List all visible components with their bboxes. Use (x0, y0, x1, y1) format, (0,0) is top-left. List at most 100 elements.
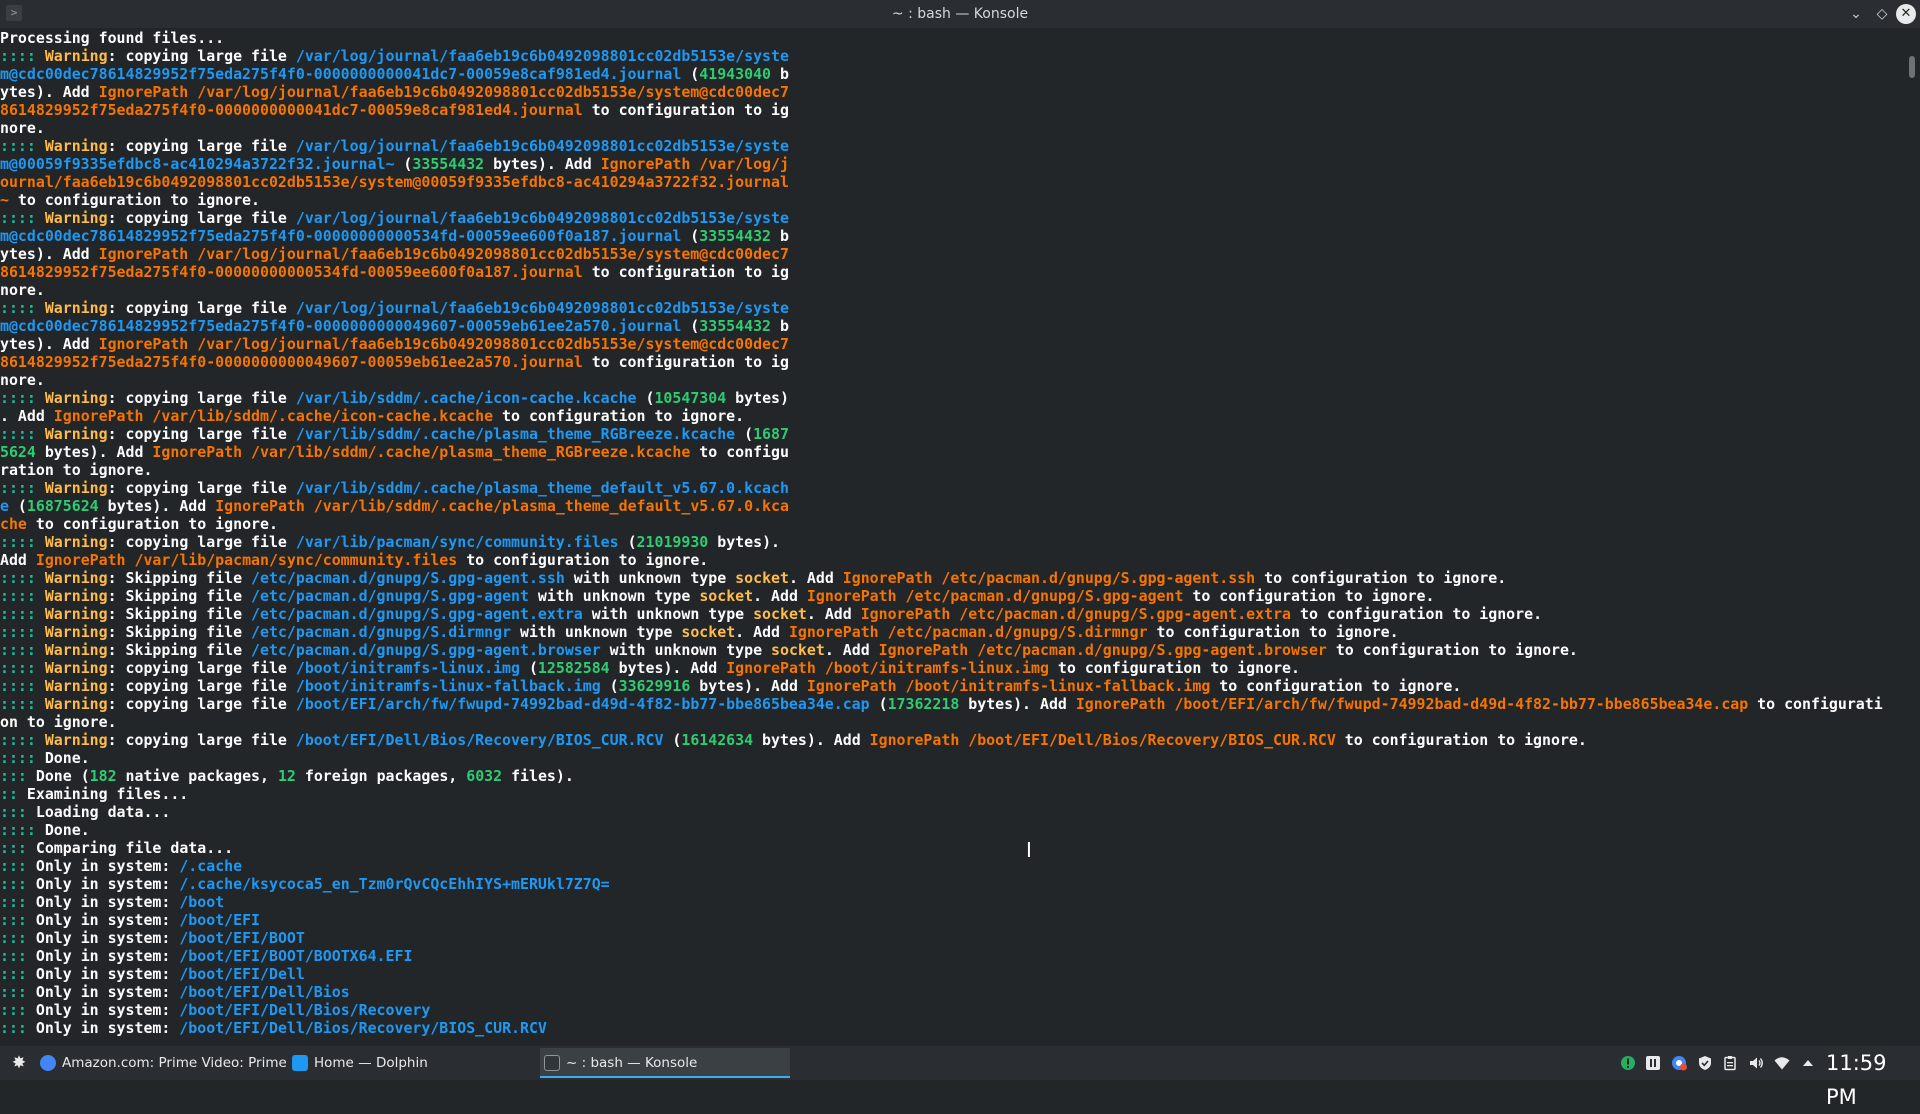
terminal-line: ::: Loading data... (0, 803, 1906, 821)
number-value: 10547304 (654, 389, 727, 407)
output-text: to configurati (1748, 695, 1883, 713)
task-chrome[interactable]: Amazon.com: Prime Video: Prime ... (36, 1048, 286, 1078)
output-text: bytes). Add (35, 443, 153, 461)
output-text: ytes). Add (0, 335, 99, 353)
ignore-path: che (0, 515, 27, 533)
terminal-line: ::: Only in system: /boot/EFI/Dell/Bios (0, 983, 1906, 1001)
file-path: e (0, 497, 9, 515)
chrome-badge-icon[interactable] (1671, 1055, 1687, 1071)
file-path: /etc/pacman.d/gnupg/S.gpg-agent.ssh (251, 569, 565, 587)
terminal-line: nore. (0, 119, 1906, 137)
terminal-line: m@cdc00dec78614829952f75eda275f4f0-00000… (0, 317, 1906, 335)
tray-expand-icon[interactable] (1800, 1055, 1816, 1071)
task-label: Home — Dolphin (314, 1055, 428, 1071)
prompt-marker: ::: (0, 839, 36, 857)
number-value: 33629916 (618, 677, 691, 695)
dolphin-icon (292, 1055, 308, 1071)
task-konsole[interactable]: ~ : bash — Konsole (540, 1048, 790, 1078)
file-path: /var/lib/sddm/.cache/plasma_theme_RGBree… (295, 425, 736, 443)
terminal-line: :::: Warning: copying large file /var/li… (0, 533, 1906, 551)
output-text: to configu (690, 443, 789, 461)
output-text: Only in system: (35, 983, 180, 1001)
terminal-line: ytes). Add IgnorePath /var/log/journal/f… (0, 335, 1906, 353)
clipboard-icon[interactable] (1722, 1055, 1738, 1071)
prompt-marker: :::: (0, 479, 45, 497)
warning-keyword: Warning (44, 677, 108, 695)
number-value: 5624 (0, 443, 36, 461)
terminal-line: ::: Only in system: /boot/EFI (0, 911, 1906, 929)
output-text: to configuration to ig (582, 263, 789, 281)
text-cursor-icon: I (1026, 838, 1032, 862)
prompt-marker: :::: (0, 587, 45, 605)
chevron-down-icon: ⌄ (1850, 6, 1862, 22)
maximize-button[interactable]: ◇ (1872, 4, 1892, 24)
application-launcher[interactable]: ✸ (8, 1052, 30, 1074)
output-text: ( (681, 317, 700, 335)
output-text: ( (735, 425, 754, 443)
terminal-line: ::: Only in system: /boot/EFI/Dell/Bios/… (0, 1001, 1906, 1019)
output-text: ytes). Add (0, 245, 99, 263)
output-text: . Add (0, 407, 54, 425)
media-pause-icon[interactable] (1645, 1055, 1661, 1071)
shield-icon[interactable] (1697, 1055, 1713, 1071)
minimize-button[interactable]: ⌄ (1846, 4, 1866, 24)
prompt-marker: :::: (0, 605, 45, 623)
warning-keyword: socket (681, 623, 736, 641)
terminal-line: :::: Warning: Skipping file /etc/pacman.… (0, 641, 1906, 659)
ignore-path: IgnorePath /etc/pacman.d/gnupg/S.gpg-age… (806, 587, 1184, 605)
output-text: bytes). Add (753, 731, 870, 749)
file-path: /.cache/ksycoca5_en_Tzm0rQvCQcEhhIYS+mER… (179, 875, 610, 893)
terminal-line: :::: Warning: Skipping file /etc/pacman.… (0, 569, 1906, 587)
volume-icon[interactable] (1748, 1055, 1764, 1071)
kde-logo-icon: ✸ (11, 1053, 27, 1073)
number-value: 33554432 (699, 227, 772, 245)
prompt-marker: ::: (0, 929, 36, 947)
prompt-marker: ::: (0, 1001, 36, 1019)
output-text: bytes). (708, 533, 781, 551)
task-dolphin[interactable]: Home — Dolphin (288, 1048, 536, 1078)
output-text: with unknown type (582, 605, 754, 623)
output-text: files). (502, 767, 574, 785)
output-text: bytes). Add (484, 155, 601, 173)
ignore-path: IgnorePath /var/log/journal/faa6eb19c6b0… (98, 83, 789, 101)
terminal-line: m@cdc00dec78614829952f75eda275f4f0-00000… (0, 65, 1906, 83)
window-title: ~ : bash — Konsole (891, 6, 1029, 22)
terminal-output[interactable]: Processing found files...:::: Warning: c… (0, 28, 1906, 1047)
wifi-icon[interactable] (1774, 1055, 1790, 1071)
title-bar[interactable]: > ~ : bash — Konsole ⌄ ◇ ✕ (0, 0, 1920, 28)
prompt-marker: :::: (0, 425, 45, 443)
output-text: . Add (806, 605, 861, 623)
ignore-path: IgnorePath /var/log/journal/faa6eb19c6b0… (98, 335, 789, 353)
output-text: ( (663, 731, 682, 749)
ignore-path: IgnorePath /var/lib/pacman/sync/communit… (35, 551, 458, 569)
warning-keyword: Warning (44, 695, 108, 713)
clock[interactable]: 11:59 PM (1826, 1046, 1920, 1109)
warning-keyword: Warning (44, 479, 108, 497)
output-text: to configuration to ignore. (1291, 605, 1543, 623)
file-path: /boot/initramfs-linux-fallback.img (295, 677, 601, 695)
green-status-icon[interactable] (1620, 1055, 1636, 1071)
ignore-path: IgnorePath /var/lib/sddm/.cache/plasma_t… (215, 497, 789, 515)
prompt-marker: :::: (0, 695, 45, 713)
output-text: b (771, 317, 789, 335)
output-text: . Add (788, 569, 843, 587)
terminal-line: nore. (0, 371, 1906, 389)
output-text: Loading data... (35, 803, 171, 821)
warning-keyword: socket (753, 605, 807, 623)
terminal-line: :::: Warning: copying large file /var/lo… (0, 47, 1906, 65)
scrollbar-thumb[interactable] (1909, 56, 1915, 78)
prompt-marker: :::: (0, 731, 45, 749)
terminal-line: 8614829952f75eda275f4f0-00000000000534fd… (0, 263, 1906, 281)
output-text: ( (600, 677, 619, 695)
terminal-line: 8614829952f75eda275f4f0-0000000000049607… (0, 353, 1906, 371)
close-button[interactable]: ✕ (1896, 4, 1916, 24)
terminal-line: ~ to configuration to ignore. (0, 191, 1906, 209)
output-text: ( (618, 533, 637, 551)
file-path: /boot/initramfs-linux.img (295, 659, 520, 677)
warning-keyword: Warning (44, 659, 108, 677)
terminal-scrollbar[interactable] (1906, 28, 1920, 1046)
prompt-marker: ::: (0, 1019, 36, 1037)
terminal-line: :::: Warning: copying large file /boot/i… (0, 677, 1906, 695)
file-path: m@00059f9335efdbc8-ac410294a3722f32.jour… (0, 155, 395, 173)
file-path: m@cdc00dec78614829952f75eda275f4f0-00000… (0, 65, 682, 83)
